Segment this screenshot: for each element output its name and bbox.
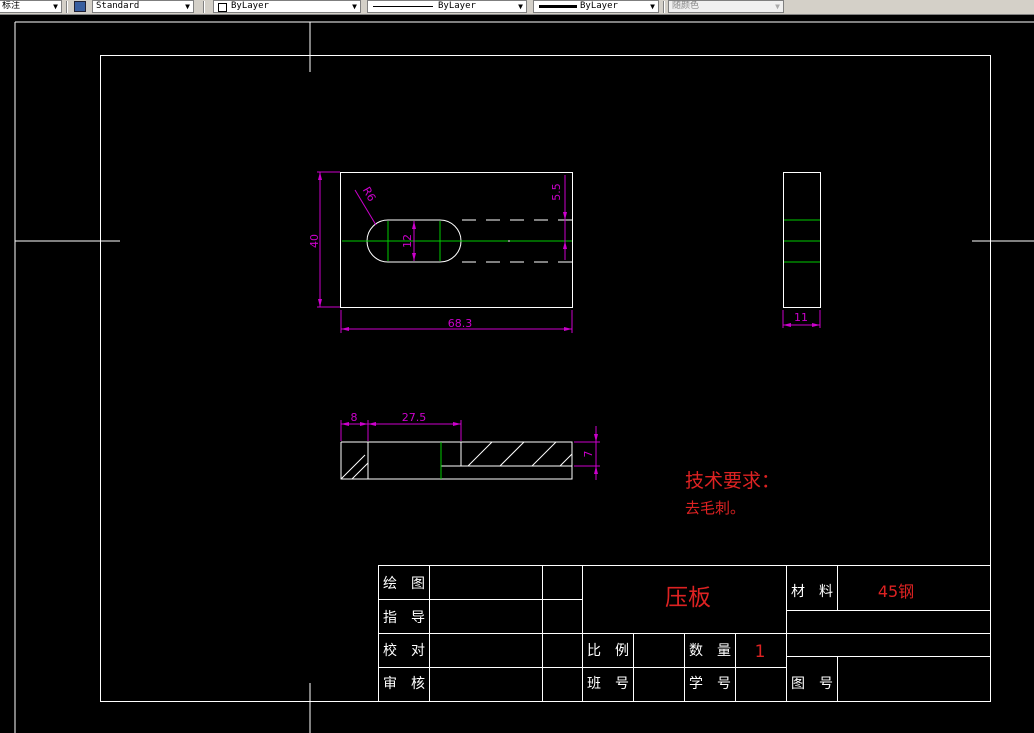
material-value: 45钢 xyxy=(878,582,914,601)
dim-width: 68.3 xyxy=(448,317,473,330)
notes-title: 技术要求： xyxy=(685,470,780,492)
chevron-down-icon: ▼ xyxy=(352,2,357,11)
notes-body: 去毛刺。 xyxy=(685,499,745,517)
dim-height: 40 xyxy=(308,234,321,248)
chevron-down-icon: ▼ xyxy=(53,2,58,11)
toolbar-separator xyxy=(203,1,205,13)
toolbar-separator xyxy=(66,1,68,13)
label-drawing-no: 图 号 xyxy=(791,676,833,692)
label-guide: 指 导 xyxy=(383,610,425,626)
linetype-sample-icon xyxy=(373,6,433,7)
label-drawn: 绘 图 xyxy=(383,576,425,592)
quantity-value: 1 xyxy=(755,642,766,662)
label-student-no: 学 号 xyxy=(689,676,731,692)
label-material: 材 料 xyxy=(791,584,833,600)
dim-style-value: 标注 xyxy=(2,1,21,11)
chevron-down-icon: ▼ xyxy=(775,2,780,11)
label-review: 审 核 xyxy=(383,676,425,692)
lineweight-value: ByLayer xyxy=(580,1,618,11)
label-check: 校 对 xyxy=(383,642,425,659)
dim-offset: 5.5 xyxy=(550,183,563,201)
lineweight-sample-icon xyxy=(539,5,577,8)
label-class: 班 号 xyxy=(587,676,629,692)
label-quantity: 数 量 xyxy=(689,643,731,659)
text-style-combo[interactable]: Standard ▼ xyxy=(92,0,194,13)
linetype-combo[interactable]: ByLayer ▼ xyxy=(367,0,527,13)
drawing-canvas[interactable]: 40 68.3 12 R6 5.5 11 8 27.5 7 技术要求： 去毛刺。… xyxy=(0,15,1034,733)
toolbar-separator xyxy=(663,1,665,13)
dim-slot-width: 12 xyxy=(401,234,414,248)
properties-toolbar: 标注 ▼ Standard ▼ ByLayer ▼ ByLayer ▼ ByLa… xyxy=(0,0,1034,15)
plot-style-combo[interactable]: 随颜色 ▼ xyxy=(668,0,784,13)
dim-bottom-mid: 27.5 xyxy=(402,411,427,424)
dim-style-combo[interactable]: 标注 ▼ xyxy=(0,0,62,13)
chevron-down-icon: ▼ xyxy=(185,2,190,11)
part-name: 压板 xyxy=(665,585,711,611)
text-style-icon[interactable] xyxy=(74,1,86,12)
chevron-down-icon: ▼ xyxy=(518,2,523,11)
color-combo[interactable]: ByLayer ▼ xyxy=(213,0,361,13)
dim-side-thickness: 11 xyxy=(794,311,808,324)
color-value: ByLayer xyxy=(231,1,269,11)
linetype-value: ByLayer xyxy=(438,1,476,11)
dim-bottom-left: 8 xyxy=(351,411,358,424)
lineweight-combo[interactable]: ByLayer ▼ xyxy=(533,0,659,13)
text-style-value: Standard xyxy=(96,1,140,11)
chevron-down-icon: ▼ xyxy=(650,2,655,11)
label-scale: 比 例 xyxy=(587,643,629,659)
plot-style-value: 随颜色 xyxy=(672,1,700,11)
dim-bottom-height: 7 xyxy=(582,451,595,458)
color-swatch-icon xyxy=(218,3,227,12)
